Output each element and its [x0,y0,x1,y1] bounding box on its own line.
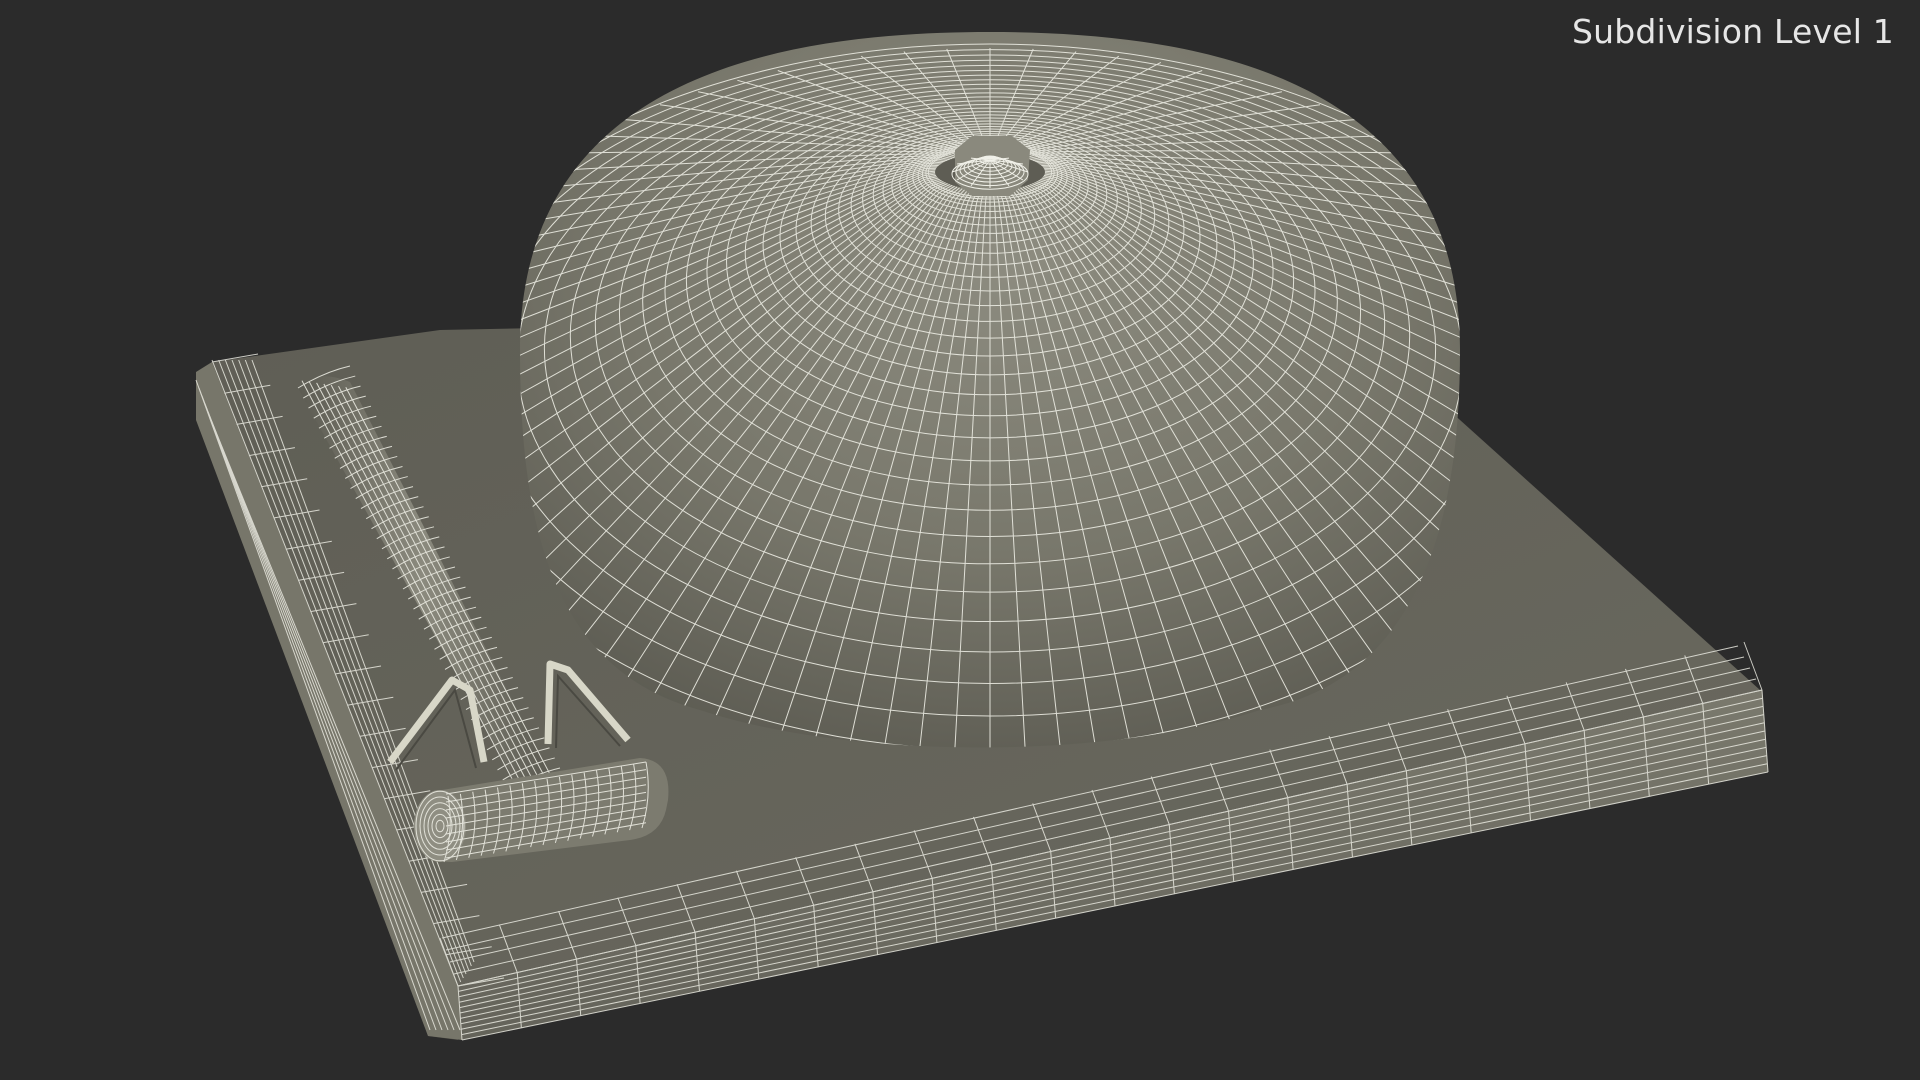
render-viewport: Subdivision Level 1 [0,0,1920,1080]
wireframe-scene [195,32,1769,1041]
subdivision-level-label: Subdivision Level 1 [1572,12,1894,51]
